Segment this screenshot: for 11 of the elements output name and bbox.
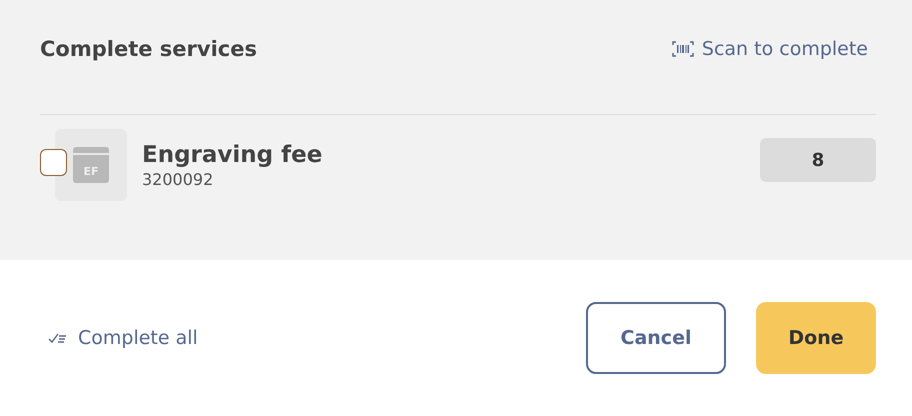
quantity-field[interactable]: 8 bbox=[760, 138, 876, 182]
checklist-icon bbox=[48, 331, 68, 345]
section-title: Complete services bbox=[40, 37, 257, 61]
done-button[interactable]: Done bbox=[756, 302, 876, 374]
scan-to-complete-link[interactable]: Scan to complete bbox=[672, 38, 868, 60]
complete-all-link[interactable]: Complete all bbox=[48, 327, 198, 349]
service-code: 3200092 bbox=[142, 170, 214, 188]
checkbox[interactable] bbox=[40, 149, 67, 176]
service-name: Engraving fee bbox=[142, 142, 324, 168]
cancel-button[interactable]: Cancel bbox=[586, 302, 726, 374]
barcode-icon bbox=[672, 41, 694, 57]
